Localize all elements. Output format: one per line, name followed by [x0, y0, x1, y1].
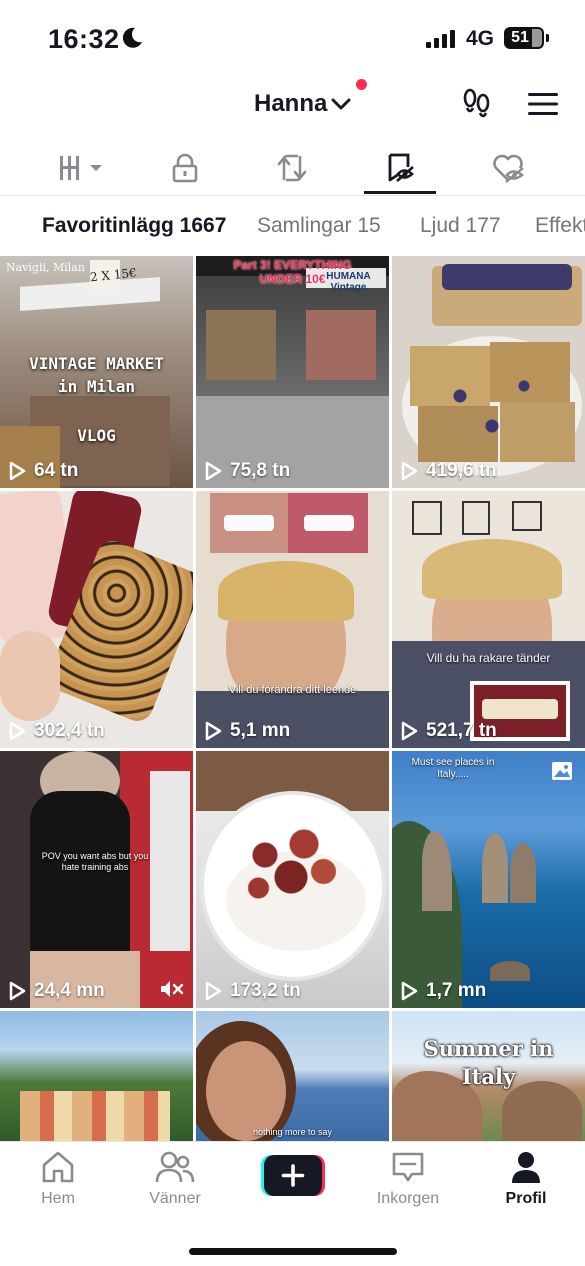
active-tab-indicator — [364, 191, 436, 194]
play-icon — [401, 461, 418, 481]
network-type: 4G — [466, 27, 495, 50]
nav-friends-label: Vänner — [149, 1190, 201, 1207]
overlay-title: Summer in Italy — [423, 1036, 554, 1089]
view-count-label: 5,1 mn — [230, 720, 291, 741]
notification-dot — [356, 79, 367, 90]
view-count-label: 419,6 tn — [426, 460, 497, 481]
nav-home[interactable]: Hem — [8, 1150, 108, 1208]
tab-private[interactable] — [160, 140, 210, 196]
video-grid: Navigli, Milan 2 X 15€ VINTAGE MARKET in… — [0, 256, 585, 1141]
video-tile[interactable]: POV you want abs but you hate training a… — [0, 751, 193, 1008]
play-icon — [9, 981, 26, 1001]
repost-icon — [277, 154, 307, 182]
overlay-vlog: VLOG — [77, 426, 116, 445]
muted-icon — [161, 981, 184, 997]
status-time: 16:32 — [48, 24, 120, 54]
liked-icon — [493, 154, 524, 183]
video-tile[interactable]: Vill du förändra ditt leende 5,1 mn — [196, 491, 389, 748]
view-count-label: 302,4 tn — [34, 720, 105, 741]
tab-liked[interactable] — [483, 140, 533, 196]
nav-inbox-label: Inkorgen — [376, 1190, 440, 1207]
signal-icon — [426, 30, 455, 48]
play-icon — [9, 461, 26, 481]
bottom-navigation: Hem Vänner Inkorgen Profil — [0, 1141, 585, 1266]
view-count: 64 tn — [8, 460, 78, 482]
video-caption: Vill du förändra ditt leende — [228, 684, 357, 696]
view-count-label: 75,8 tn — [230, 460, 291, 481]
view-count: 173,2 tn — [204, 980, 301, 1002]
menu-icon[interactable] — [528, 92, 558, 116]
video-caption: POV you want abs but you hate training a… — [41, 851, 149, 872]
video-tile[interactable]: Vill du ha rakare tänder 521,7 tn — [392, 491, 585, 748]
video-tile[interactable]: Summer in Italy — [392, 1011, 585, 1141]
play-icon — [401, 981, 418, 1001]
username: Hanna — [254, 90, 328, 117]
view-count-label: 1,7 mn — [426, 980, 487, 1001]
view-count-label: 173,2 tn — [230, 980, 301, 1001]
chevron-down-icon — [331, 98, 351, 110]
friends-icon — [155, 1151, 195, 1183]
battery-icon: 51 — [504, 27, 544, 49]
view-count: 1,7 mn — [400, 980, 486, 1002]
view-count: 75,8 tn — [204, 460, 290, 482]
subtab-effects[interactable]: Effekter — [535, 214, 585, 238]
play-icon — [401, 721, 418, 741]
subtab-favorite-posts[interactable]: Favoritinlägg 1667 — [42, 214, 226, 238]
home-indicator — [189, 1248, 397, 1255]
view-count: 302,4 tn — [8, 720, 105, 742]
overlay-title: VINTAGE MARKET in Milan — [29, 354, 164, 396]
tab-reposts[interactable] — [267, 140, 317, 196]
grid-icon — [60, 156, 102, 180]
video-caption: Vill du ha rakare tänder — [426, 651, 551, 665]
inbox-icon — [392, 1152, 424, 1182]
view-count: 521,7 tn — [400, 720, 497, 742]
video-tile[interactable]: HUMANA Vintage Part 3! EVERYTHING UNDER … — [196, 256, 389, 488]
create-button[interactable] — [261, 1155, 325, 1196]
subtab-collections[interactable]: Samlingar 15 — [257, 214, 381, 238]
nav-profile-label: Profil — [505, 1190, 547, 1207]
footprint-icon[interactable] — [460, 86, 494, 120]
play-icon — [205, 461, 222, 481]
video-tile[interactable]: 302,4 tn — [0, 491, 193, 748]
profile-icon — [512, 1152, 540, 1183]
video-tile[interactable]: Must see places in Italy..... 1,7 mn — [392, 751, 585, 1008]
play-icon — [9, 721, 26, 741]
nav-profile[interactable]: Profil — [476, 1150, 576, 1208]
battery-cap — [546, 34, 549, 42]
favorites-icon — [388, 153, 414, 182]
profile-header: Hanna — [0, 78, 585, 134]
nav-home-label: Hem — [41, 1190, 75, 1207]
favorites-subtabs: Favoritinlägg 1667 Samlingar 15 Ljud 177… — [0, 204, 585, 250]
video-caption: nothing more to say — [252, 1127, 333, 1137]
content-tabs — [0, 140, 585, 196]
view-count-label: 521,7 tn — [426, 720, 497, 741]
tab-favorites[interactable] — [375, 140, 425, 196]
overlay-location: Navigli, Milan — [6, 261, 85, 274]
nav-friends[interactable]: Vänner — [125, 1150, 225, 1208]
play-icon — [205, 981, 222, 1001]
home-icon — [42, 1151, 74, 1183]
video-tile[interactable] — [0, 1011, 193, 1141]
account-switcher[interactable]: Hanna — [254, 86, 351, 122]
video-tile[interactable]: 419,6 tn — [392, 256, 585, 488]
moon-icon — [122, 27, 142, 48]
video-caption: Must see places in Italy..... — [411, 757, 495, 780]
video-tile[interactable]: Navigli, Milan 2 X 15€ VINTAGE MARKET in… — [0, 256, 193, 488]
tab-videos[interactable] — [52, 140, 112, 196]
battery-level: 51 — [511, 29, 529, 46]
view-count: 419,6 tn — [400, 460, 497, 482]
photo-icon — [552, 762, 572, 780]
view-count: 24,4 mn — [8, 980, 105, 1002]
status-bar: 16:32 4G 51 — [0, 0, 585, 78]
subtab-sounds[interactable]: Ljud 177 — [420, 214, 501, 238]
video-tile[interactable]: 173,2 tn — [196, 751, 389, 1008]
nav-inbox[interactable]: Inkorgen — [358, 1150, 458, 1208]
view-count-label: 64 tn — [34, 460, 79, 481]
view-count: 5,1 mn — [204, 720, 290, 742]
play-icon — [205, 721, 222, 741]
overlay-title: Part 3! EVERYTHING UNDER 10€ — [233, 258, 352, 286]
video-tile[interactable]: nothing more to say — [196, 1011, 389, 1141]
view-count-label: 24,4 mn — [34, 980, 105, 1001]
lock-icon — [172, 153, 198, 183]
